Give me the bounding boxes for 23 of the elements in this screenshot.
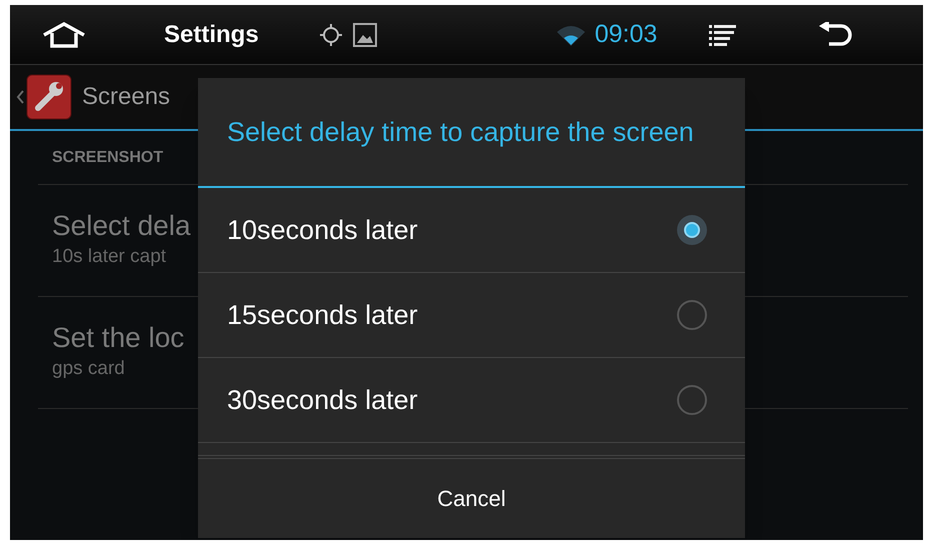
setting-title: Select dela <box>52 209 191 244</box>
screen-title: Screens <box>82 82 170 112</box>
cancel-button[interactable]: Cancel <box>198 458 745 538</box>
wifi-icon <box>554 24 587 46</box>
radio-option[interactable]: 15seconds later <box>198 273 745 358</box>
radio-button[interactable] <box>677 385 707 415</box>
radio-option[interactable]: 30seconds later <box>198 358 745 443</box>
radio-option[interactable]: 10seconds later <box>198 188 745 273</box>
image-icon <box>352 22 377 46</box>
wrench-app-icon <box>26 74 72 120</box>
section-header: SCREENSHOT <box>52 148 164 168</box>
setting-summary: gps card <box>52 357 125 382</box>
crosshair-icon <box>318 22 343 46</box>
app-title: Settings <box>164 20 259 50</box>
setting-title: Set the loc <box>52 321 184 356</box>
list-menu-icon[interactable] <box>709 24 738 46</box>
setting-summary: 10s later capt <box>52 245 166 270</box>
back-icon[interactable] <box>819 22 854 48</box>
radio-button[interactable] <box>677 215 707 245</box>
caret-icon[interactable] <box>16 90 24 104</box>
clock-time: 09:03 <box>594 18 658 50</box>
dialog-title: Select delay time to capture the screen <box>227 116 695 149</box>
radio-button[interactable] <box>677 300 707 330</box>
